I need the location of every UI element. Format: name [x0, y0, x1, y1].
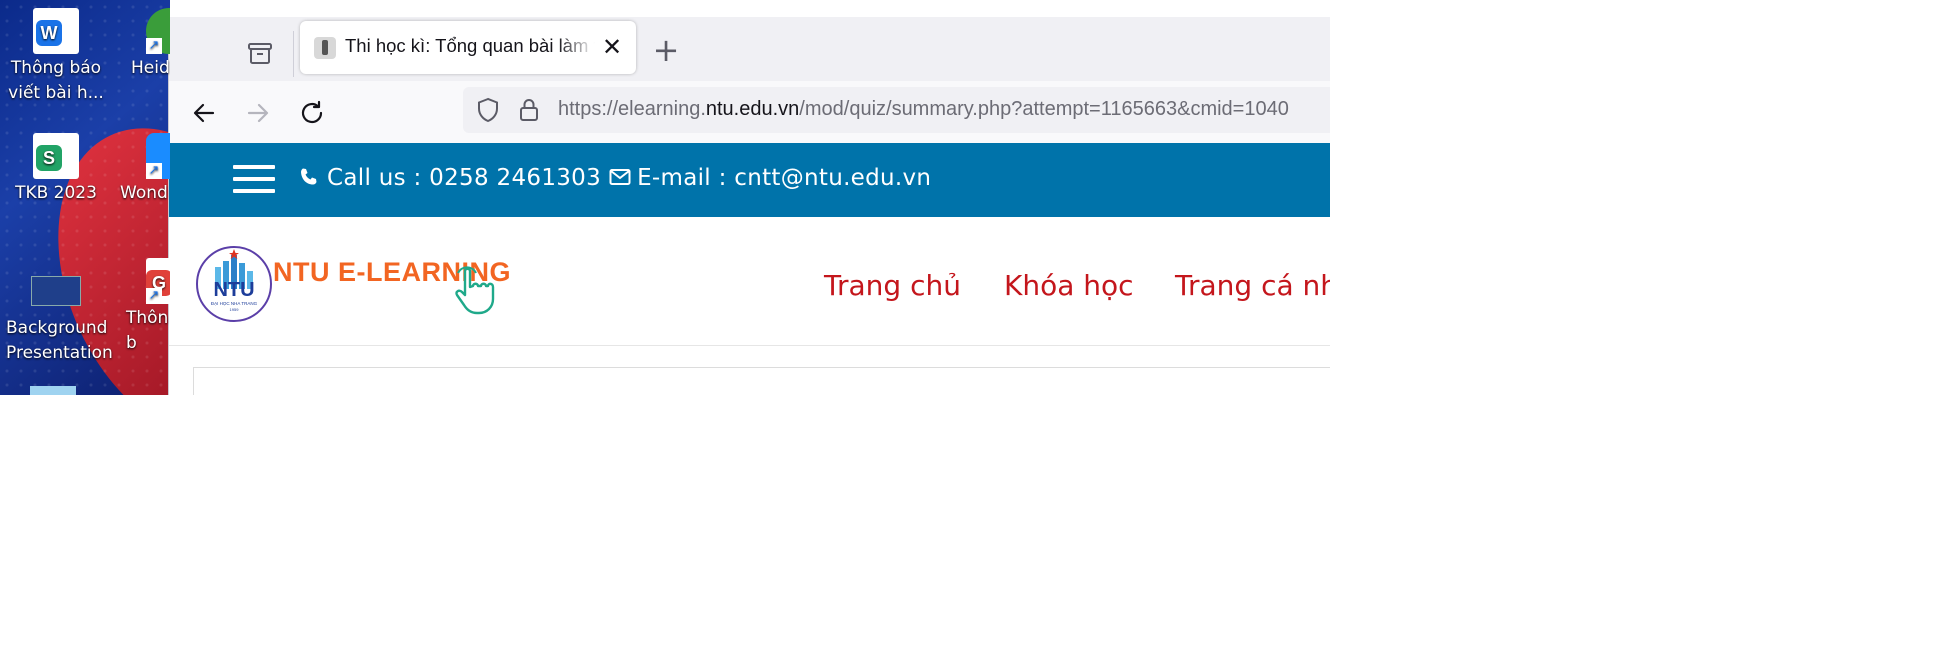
- desktop-icon-heidisql[interactable]: ↗ Heid: [106, 8, 170, 81]
- reload-icon[interactable]: [297, 98, 327, 128]
- contact-topbar: Call us : 0258 2461303 E-mail : cntt@ntu…: [169, 143, 1330, 217]
- tab-overview-icon[interactable]: [242, 35, 278, 71]
- desktop-icon-thong-bao-shortcut[interactable]: G ↗ Thôn viết b: [106, 258, 170, 356]
- seal-ntu-text: NTU: [213, 279, 254, 301]
- tab-title: Thi học kì: Tổng quan bài làm thử: [345, 35, 595, 56]
- url-path: /mod/quiz/summary.php?attempt=1165663&cm…: [799, 98, 1289, 120]
- email-text[interactable]: E-mail : cntt@ntu.edu.vn: [637, 165, 931, 191]
- tab-bar: Thi học kì: Tổng quan bài làm thử ✕ +: [169, 17, 1330, 81]
- desktop-icon-tkb[interactable]: S TKB 2023: [6, 133, 106, 206]
- url-host: ntu.edu.vn: [705, 98, 800, 120]
- desktop-icon-label: Heid: [131, 58, 170, 78]
- pointing-hand-icon: [451, 265, 497, 317]
- back-arrow-icon[interactable]: [189, 98, 219, 128]
- desktop-icon-wondershare[interactable]: ↗ Wond: [106, 133, 170, 206]
- site-header: NTU ĐẠI HỌC NHA TRANG 1959 NTU E-LEARNIN…: [169, 217, 1330, 346]
- screenshot-scene: W Thông báo viết bài h... ↗ Heid S TKB 2…: [0, 0, 1330, 395]
- desktop-icon-partial[interactable]: [30, 386, 76, 395]
- quiz-favicon-icon: [314, 37, 336, 59]
- contact-info: Call us : 0258 2461303 E-mail : cntt@ntu…: [299, 165, 931, 191]
- menu-item-trang-chu[interactable]: Trang chủ: [824, 269, 961, 302]
- envelope-icon: [609, 167, 631, 189]
- url-prefix: https://elearning.: [558, 98, 706, 120]
- tab-active[interactable]: Thi học kì: Tổng quan bài làm thử ✕: [300, 21, 636, 74]
- desktop-icon-label: Thông báo viết bài h...: [8, 58, 104, 103]
- desktop-icon-background-presentation[interactable]: Background Presentation: [6, 270, 113, 366]
- url-bar[interactable]: https://elearning.ntu.edu.vn/mod/quiz/su…: [463, 87, 1330, 133]
- presentation-thumbnail-icon: [31, 276, 81, 306]
- desktop-wallpaper: W Thông báo viết bài h... ↗ Heid S TKB 2…: [0, 0, 170, 395]
- close-tab-icon[interactable]: ✕: [600, 35, 624, 59]
- ntu-seal-logo[interactable]: NTU ĐẠI HỌC NHA TRANG 1959: [195, 245, 273, 323]
- heidisql-shortcut-icon: ↗: [146, 8, 170, 54]
- browser-window: Thi học kì: Tổng quan bài làm thử ✕ + ht…: [168, 17, 1330, 395]
- hamburger-menu-icon[interactable]: [233, 165, 275, 197]
- url-text[interactable]: https://elearning.ntu.edu.vn/mod/quiz/su…: [558, 98, 1289, 121]
- phone-text: Call us : 0258 2461303: [327, 165, 602, 191]
- desktop-icon-label: Wond: [120, 183, 168, 203]
- lock-icon[interactable]: [518, 97, 540, 123]
- wondershare-shortcut-icon: ↗: [146, 133, 170, 179]
- tab-separator: [293, 31, 294, 77]
- menu-item-khoa-hoc[interactable]: Khóa học: [1004, 269, 1134, 302]
- web-page: Call us : 0258 2461303 E-mail : cntt@ntu…: [169, 143, 1330, 395]
- desktop-icon-label: TKB 2023: [15, 183, 97, 203]
- tracking-protection-shield-icon[interactable]: [476, 97, 500, 123]
- seal-year: 1959: [230, 307, 240, 312]
- spreadsheet-document-icon: S: [33, 133, 79, 179]
- new-tab-icon[interactable]: +: [651, 34, 681, 66]
- menu-item-trang-ca-nhan[interactable]: Trang cá nhân: [1175, 269, 1330, 302]
- main-content-box: [193, 367, 1330, 395]
- forward-arrow-icon[interactable]: [243, 98, 273, 128]
- seal-subtext: ĐẠI HỌC NHA TRANG: [211, 301, 258, 306]
- word-document-icon: W: [33, 8, 79, 54]
- desktop-icon-thong-bao[interactable]: W Thông báo viết bài h...: [6, 8, 106, 106]
- navigation-bar: https://elearning.ntu.edu.vn/mod/quiz/su…: [169, 81, 1330, 143]
- phone-icon: [299, 167, 321, 189]
- document-shortcut-icon: G ↗: [146, 258, 170, 304]
- desktop-icon-label: Background Presentation: [6, 318, 113, 363]
- desktop-icon-label: Thôn viết b: [126, 308, 170, 353]
